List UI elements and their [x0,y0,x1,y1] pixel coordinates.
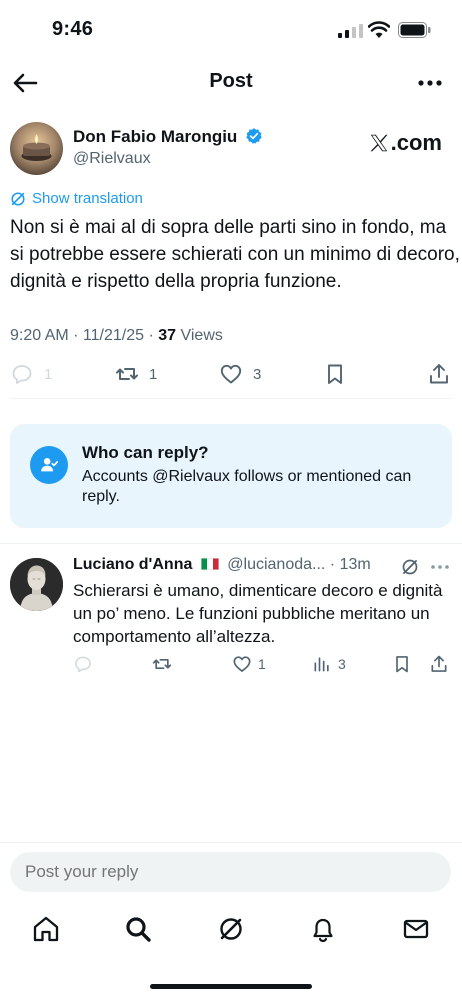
like-button[interactable]: 3 [219,362,261,386]
divider [0,842,462,843]
reply-time: · 13m [329,556,371,573]
bookmark-button[interactable] [323,362,347,386]
reply-author-name[interactable]: Luciano d'Anna [73,556,192,573]
reply-reply-button[interactable] [73,654,93,674]
bookmark-icon [328,364,342,384]
bookmark-icon [396,656,408,673]
divider [10,398,452,399]
post-actions: 1 1 3 [0,362,462,394]
reply-text: Schierarsi è umano, dimenticare decoro e… [73,581,443,646]
repost-icon [152,659,172,669]
repost-count: 1 [149,365,158,383]
post-author: Don Fabio Marongiu @Rielvaux .com [10,122,452,178]
avatar[interactable] [10,558,63,611]
reply-share-button[interactable] [429,654,449,674]
heart-icon [233,656,251,672]
who-can-reply-card: Who can reply? Accounts @Rielvaux follow… [10,424,452,528]
heart-icon [220,364,242,384]
reply-repost-button[interactable] [152,654,172,674]
status-bar: 9:46 [0,0,462,58]
x-logo-icon [370,134,388,152]
more-horizontal-icon[interactable] [416,71,444,95]
share-button[interactable] [427,362,451,386]
wifi-icon [368,21,390,38]
reply-button[interactable]: 1 [10,362,52,386]
grok-icon[interactable] [401,558,419,576]
reply-header: Luciano d'Anna @lucianoda... · 13m [73,556,371,574]
grok-icon[interactable] [216,914,246,944]
share-icon [431,655,447,672]
reply-like-button[interactable]: 1 [232,654,266,674]
views-icon [314,657,329,672]
who-can-reply-description: Accounts @Rielvaux follows or mentioned … [82,468,412,505]
mail-icon[interactable] [401,914,431,944]
post-meta: 9:20 AM · 11/21/25 · 37 Views [10,327,223,345]
reply-icon [75,656,91,673]
user-check-icon [30,446,68,484]
reply-count: 1 [44,365,53,383]
italy-flag-icon [200,558,219,570]
xcom-badge-text: .com [390,130,442,155]
home-icon[interactable] [31,914,61,944]
search-icon[interactable] [123,914,153,944]
more-horizontal-icon[interactable] [430,562,450,572]
status-time: 9:46 [52,18,94,40]
share-icon [430,364,448,384]
signal-icon [338,24,363,38]
avatar[interactable] [10,122,63,175]
reply-like-count: 1 [258,656,266,672]
page-title: Post [209,70,253,92]
show-translation-link[interactable]: Show translation [10,190,143,207]
reply-views-button[interactable]: 3 [312,654,346,674]
post-views-count: 37 [158,327,177,344]
top-bar: Post [0,58,462,108]
reply-views-count: 3 [338,656,346,672]
home-indicator [150,984,312,989]
reply-item[interactable]: Luciano d'Anna @lucianoda... · 13m Schie… [0,544,462,694]
author-name-text: Don Fabio Marongiu [73,127,238,146]
grok-icon [11,191,25,206]
xcom-badge: .com [368,130,442,156]
like-count: 3 [253,365,262,383]
who-can-reply-title: Who can reply? [82,443,209,462]
show-translation-label: Show translation [32,190,143,207]
post-views-label: Views [176,327,223,344]
reply-actions: 1 3 [0,654,462,676]
repost-icon [116,368,138,380]
reply-author-handle[interactable]: @lucianoda... [227,556,325,573]
author-handle[interactable]: @Rielvaux [73,150,151,168]
author-name[interactable]: Don Fabio Marongiu [73,127,263,147]
post-text: Non si è mai al di sopra delle parti sin… [10,217,460,292]
bell-icon[interactable] [308,914,338,944]
reply-bookmark-button[interactable] [392,654,412,674]
battery-icon [398,22,431,38]
verified-badge-icon [246,128,262,144]
post-timestamp: 9:20 AM · 11/21/25 · [10,327,159,344]
reply-composer-input[interactable] [10,852,451,892]
repost-button[interactable]: 1 [115,362,157,386]
reply-icon [12,365,32,384]
bottom-tab-bar [0,910,462,950]
